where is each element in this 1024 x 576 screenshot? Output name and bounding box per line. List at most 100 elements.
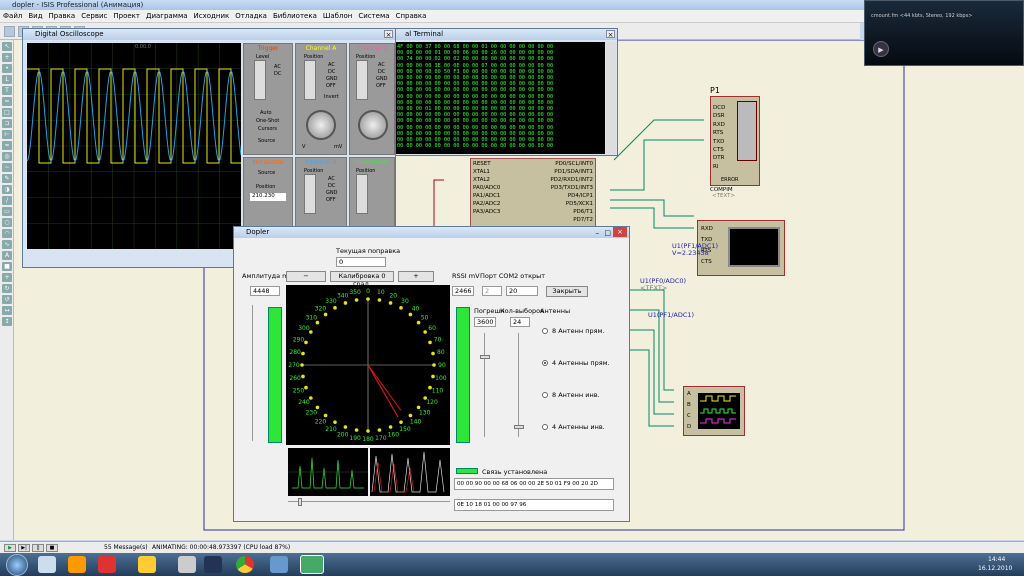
menu-debug[interactable]: Отладка [232,12,270,20]
chb-gnd[interactable]: GND [326,190,337,196]
taskbar-dopler-icon[interactable] [300,555,324,574]
menu-graph[interactable]: Диаграмма [143,12,191,20]
menu-template[interactable]: Шаблон [320,12,355,20]
bottom-slider[interactable] [288,498,450,507]
mirror-x-icon[interactable]: ↔ [2,306,12,315]
antenna-radio[interactable] [542,360,548,366]
antenna-radio[interactable] [542,424,548,430]
amplitude-slider[interactable] [252,305,262,441]
antenna-option-label[interactable]: 4 Антенны прям. [552,359,610,367]
rotate-ccw-icon[interactable]: ↺ [2,295,12,304]
terminal-tool-icon[interactable]: ⊐ [2,119,12,128]
cha-slider[interactable] [304,60,316,100]
bottom-slider-thumb[interactable] [298,498,302,506]
menu-edit[interactable]: Правка [46,12,79,20]
pause-button[interactable]: || [32,544,44,552]
cha-off[interactable]: OFF [326,83,336,89]
menu-help[interactable]: Справка [393,12,430,20]
cha-ac[interactable]: AC [328,62,335,68]
arc-tool-icon[interactable]: ◠ [2,229,12,238]
close-icon[interactable]: × [384,30,393,39]
font-tool-icon[interactable]: A [2,251,12,260]
terminal-scrollbar[interactable] [606,42,616,154]
marker-tool-icon[interactable]: + [2,273,12,282]
mirror-y-icon[interactable]: ↕ [2,317,12,326]
trig-dc[interactable]: DC [274,71,281,77]
symbol-tool-icon[interactable]: ■ [2,262,12,271]
taskbar-app-icon[interactable] [98,556,116,573]
taskbar-app-icon[interactable] [138,556,156,573]
chc-off[interactable]: OFF [376,83,386,89]
bus-tool-icon[interactable]: = [2,97,12,106]
dopler-window[interactable]: Dopler – □ × Текущая поправка 0 Амплитуд… [233,226,630,522]
antenna-radio[interactable] [542,392,548,398]
chc-knob[interactable] [358,110,388,140]
taskbar-isis-icon[interactable] [204,556,222,573]
tape-tool-icon[interactable]: ◎ [2,152,12,161]
maximize-icon[interactable]: □ [604,228,611,239]
menu-view[interactable]: Вид [25,12,45,20]
error-slider[interactable] [480,333,490,437]
step-button[interactable]: ▶| [18,544,30,552]
samples-field[interactable]: 24 [510,317,530,327]
taskbar-app-icon[interactable] [38,556,56,573]
cha-invert[interactable]: Invert [324,94,339,100]
box-tool-icon[interactable]: ▭ [2,207,12,216]
chb-slider[interactable] [304,174,316,214]
taskbar-app-icon[interactable] [270,556,288,573]
junction-tool-icon[interactable]: • [2,64,12,73]
toolbar-button[interactable] [4,25,15,37]
cha-knob[interactable] [306,110,336,140]
menu-system[interactable]: Система [355,12,392,20]
close-icon[interactable]: × [613,227,627,237]
virtual-terminal-window[interactable]: al Terminal × 4F 00 00 37 00 00 68 00 00 … [392,28,618,156]
trig-auto[interactable]: Auto [260,110,272,116]
media-player[interactable]: cmount.fm <44 kbts, Stereo, 192 kbps> ▶ [864,0,1024,66]
chb-dc[interactable]: DC [328,183,335,189]
mcu-chip[interactable]: RESET XTAL1 XTAL2 PA0/ADC0 PA1/ADC1 PA2/ADC2 P… [470,158,596,228]
antenna-option-label[interactable]: 4 Антенны инв. [552,423,605,431]
chc-ac[interactable]: AC [378,62,385,68]
antenna-option-label[interactable]: 8 Антенн прям. [552,327,605,335]
rotate-cw-icon[interactable]: ↻ [2,284,12,293]
stop-button[interactable]: ■ [46,544,58,552]
taskbar-app-icon[interactable] [68,556,86,573]
text-tool-icon[interactable]: T [2,86,12,95]
close-port-button[interactable]: Закрыть [546,286,588,297]
chb-ac[interactable]: AC [328,176,335,182]
player-play-icon[interactable]: ▶ [873,41,889,57]
select-tool-icon[interactable]: ↖ [2,42,12,51]
minimize-icon[interactable]: – [596,228,600,239]
start-button[interactable] [6,554,28,576]
clock-time[interactable]: 14:44 [988,556,1005,563]
minus-button[interactable]: − [286,271,326,282]
antenna-option-label[interactable]: 8 Антенн инв. [552,391,600,399]
close-icon[interactable]: × [606,30,615,39]
error-slider-thumb[interactable] [480,355,490,359]
cha-dc[interactable]: DC [328,69,335,75]
trig-ac[interactable]: AC [274,64,281,70]
horiz-position-value[interactable]: 210.230 [249,192,287,202]
calibrate-button[interactable]: Калибровка 0 град. [330,271,394,288]
graph-tool-icon[interactable]: ≈ [2,141,12,150]
instrument-tool-icon[interactable]: ◑ [2,185,12,194]
current-correction-field[interactable]: 0 [336,257,386,267]
samples-slider[interactable] [514,333,524,437]
baud-field[interactable]: 20 [506,286,538,296]
trig-cursors[interactable]: Cursors [258,126,277,132]
menu-file[interactable]: Файл [0,12,25,20]
line-tool-icon[interactable]: / [2,196,12,205]
menu-source[interactable]: Исходник [191,12,233,20]
label-tool-icon[interactable]: L [2,75,12,84]
chc-gnd[interactable]: GND [376,76,387,82]
samples-slider-thumb[interactable] [514,425,524,429]
chc-slider[interactable] [356,60,368,100]
trig-one-shot[interactable]: One-Shot [256,118,279,124]
cha-gnd[interactable]: GND [326,76,337,82]
small-scope-component[interactable]: ABCD [683,386,745,436]
menu-tools[interactable]: Сервис [78,12,110,20]
generator-tool-icon[interactable]: ~ [2,163,12,172]
subcircuit-tool-icon[interactable]: □ [2,108,12,117]
probe-tool-icon[interactable]: ✎ [2,174,12,183]
menu-project[interactable]: Проект [110,12,143,20]
